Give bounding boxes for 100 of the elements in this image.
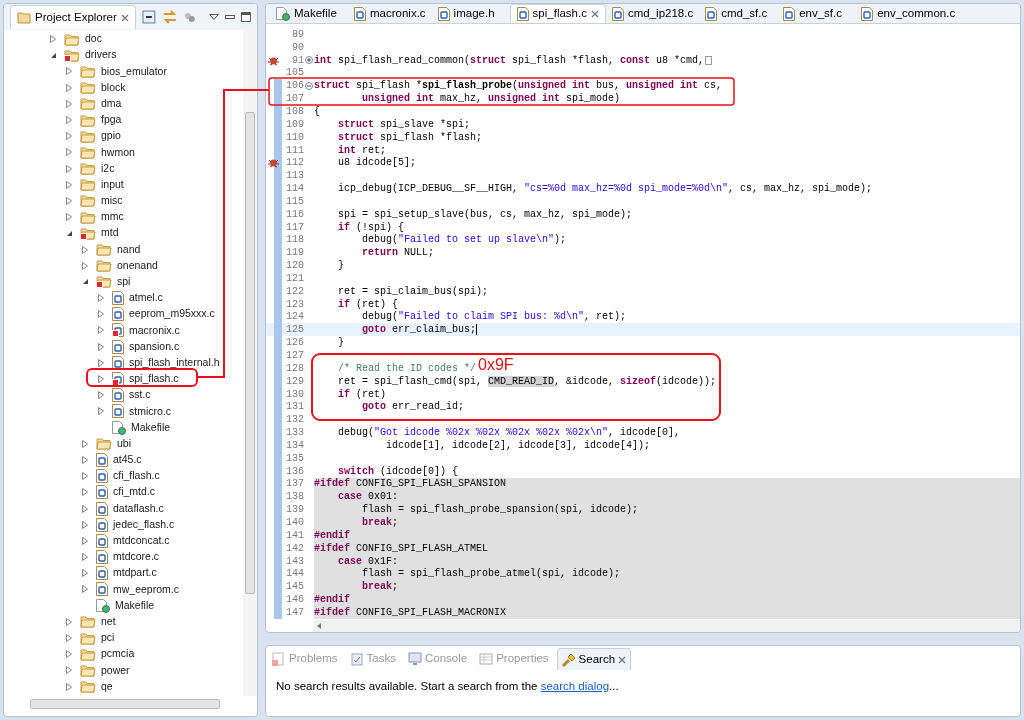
view-tab[interactable]: Search <box>556 648 632 670</box>
tree-item[interactable]: net <box>101 613 116 630</box>
minimize-icon[interactable] <box>225 15 236 19</box>
horizontal-scrollbar[interactable] <box>314 620 1020 632</box>
tree-item[interactable]: atmel.c <box>129 290 163 306</box>
collapsed-arrow-icon[interactable] <box>98 342 104 351</box>
editor-tab[interactable]: env_sf.c <box>777 4 856 23</box>
tree-item[interactable]: cfi_flash.c <box>113 468 160 485</box>
tree-item[interactable]: mtdconcat.c <box>113 533 170 549</box>
collapsed-arrow-icon[interactable] <box>66 634 72 643</box>
tree-item[interactable]: mmc <box>101 209 124 226</box>
collapsed-arrow-icon[interactable] <box>66 650 72 659</box>
tree-item[interactable]: spi_flash.c <box>129 371 179 387</box>
editor-tab[interactable]: env_common.c <box>855 4 962 23</box>
collapsed-arrow-icon[interactable] <box>98 391 104 400</box>
editor-tab[interactable]: macronix.c <box>348 4 432 23</box>
collapsed-arrow-icon[interactable] <box>66 148 72 157</box>
close-icon[interactable] <box>120 13 129 22</box>
collapsed-arrow-icon[interactable] <box>82 472 88 481</box>
tree-item[interactable]: dma <box>101 95 122 112</box>
tree-item[interactable]: eeprom_m95xxx.c <box>129 306 215 323</box>
tree-item[interactable]: doc <box>85 31 102 47</box>
tree-item[interactable]: power <box>101 662 130 679</box>
tree-item[interactable]: Makefile <box>131 419 171 436</box>
collapsed-arrow-icon[interactable] <box>82 488 88 497</box>
collapsed-arrow-icon[interactable] <box>82 245 88 254</box>
collapsed-arrow-icon[interactable] <box>82 455 88 464</box>
collapsed-arrow-icon[interactable] <box>98 358 104 367</box>
expanded-arrow-icon[interactable] <box>82 278 89 286</box>
collapsed-arrow-icon[interactable] <box>66 682 72 691</box>
tree-item[interactable]: jedec_flash.c <box>113 516 175 533</box>
tree-item[interactable]: spansion.c <box>129 338 180 355</box>
collapsed-arrow-icon[interactable] <box>82 520 88 529</box>
editor-tab[interactable]: cmd_ip218.c <box>605 4 700 23</box>
collapsed-arrow-icon[interactable] <box>66 99 72 108</box>
collapsed-arrow-icon[interactable] <box>66 213 72 222</box>
tree-item[interactable]: spi_flash_internal.h <box>129 354 220 371</box>
tree-item[interactable]: hwmon <box>101 144 135 161</box>
collapsed-arrow-icon[interactable] <box>66 132 72 141</box>
tree-item[interactable]: block <box>101 79 126 96</box>
collapsed-arrow-icon[interactable] <box>66 116 72 125</box>
collapsed-arrow-icon[interactable] <box>82 569 88 578</box>
collapsed-arrow-icon[interactable] <box>82 585 88 594</box>
collapsed-arrow-icon[interactable] <box>66 67 72 76</box>
collapsed-arrow-icon[interactable] <box>66 164 72 173</box>
tree-item[interactable]: at45.c <box>113 452 142 468</box>
link-arrows-icon[interactable] <box>161 10 178 24</box>
collapsed-arrow-icon[interactable] <box>82 553 88 562</box>
editor-tab[interactable]: image.h <box>431 4 510 23</box>
tree-item[interactable]: misc <box>101 193 123 209</box>
expanded-arrow-icon[interactable] <box>50 51 57 59</box>
collapsed-arrow-icon[interactable] <box>82 504 88 513</box>
collapsed-arrow-icon[interactable] <box>66 666 72 675</box>
collapsed-arrow-icon[interactable] <box>82 261 88 270</box>
maximize-icon[interactable] <box>241 12 251 22</box>
editor-tab[interactable]: Makefile <box>270 4 348 23</box>
collapsed-arrow-icon[interactable] <box>98 310 104 319</box>
tree-item[interactable]: pcmcia <box>101 646 135 663</box>
collapsed-arrow-icon[interactable] <box>98 294 104 303</box>
collapsed-arrow-icon[interactable] <box>66 617 72 626</box>
tree-item[interactable]: cfi_mtd.c <box>113 484 155 501</box>
tree-item[interactable]: onenand <box>117 257 158 274</box>
collapsed-arrow-icon[interactable] <box>50 35 56 44</box>
collapsed-arrow-icon[interactable] <box>66 180 72 189</box>
tree-item[interactable]: input <box>101 176 124 193</box>
collapse-fold-icon[interactable] <box>305 81 313 90</box>
tree-item[interactable]: mtdpart.c <box>113 565 157 582</box>
tree-item[interactable]: mw_eeprom.c <box>113 581 179 598</box>
view-menu-icon[interactable] <box>209 14 220 20</box>
editor-tab[interactable]: cmd_sf.c <box>699 4 778 23</box>
tree-item[interactable]: fpga <box>101 112 122 128</box>
collapsed-arrow-icon[interactable] <box>66 196 72 205</box>
close-icon[interactable] <box>618 655 627 664</box>
collapsed-arrow-icon[interactable] <box>98 375 104 384</box>
collapsed-arrow-icon[interactable] <box>98 326 104 335</box>
expanded-arrow-icon[interactable] <box>66 229 73 237</box>
tree-item[interactable]: nand <box>117 241 141 258</box>
expand-fold-icon[interactable] <box>305 56 313 65</box>
tree-item[interactable]: qe <box>101 678 113 695</box>
tree-item[interactable]: bios_emulator <box>101 63 167 80</box>
collapsed-arrow-icon[interactable] <box>66 83 72 92</box>
collapse-all-icon[interactable] <box>141 10 156 24</box>
tree-item[interactable]: stmicro.c <box>129 403 171 420</box>
folded-code-icon[interactable] <box>705 55 713 65</box>
tree-item[interactable]: mtd <box>101 225 119 242</box>
tree-item[interactable]: dataflash.c <box>113 500 164 517</box>
collapsed-arrow-icon[interactable] <box>82 536 88 545</box>
tree-item[interactable]: spi <box>117 274 131 290</box>
filter-icon[interactable] <box>183 10 198 24</box>
tree-item[interactable]: i2c <box>101 160 115 177</box>
tree-item[interactable]: pci <box>101 630 115 646</box>
collapsed-arrow-icon[interactable] <box>82 439 88 448</box>
tree-item[interactable]: macronix.c <box>129 322 180 339</box>
collapsed-arrow-icon[interactable] <box>98 407 104 416</box>
scrollbar[interactable] <box>243 30 257 696</box>
editor-tab[interactable]: spi_flash.c <box>509 4 606 23</box>
search-dialog-link[interactable]: search dialog <box>540 680 610 692</box>
tree-item[interactable]: Makefile <box>115 597 155 614</box>
tree-item[interactable]: sst.c <box>129 387 151 404</box>
tree-item[interactable]: ubi <box>117 435 131 452</box>
